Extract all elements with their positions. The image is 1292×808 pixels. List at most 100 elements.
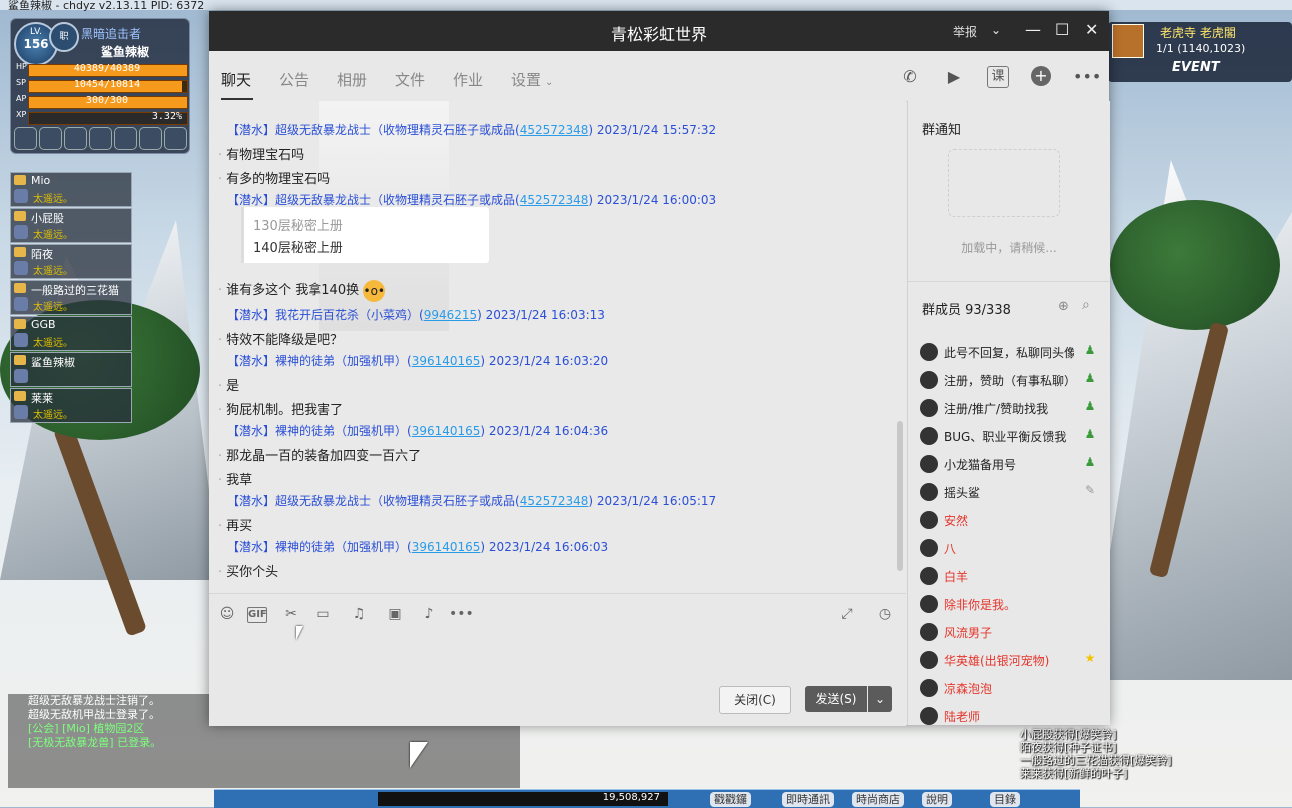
sender-qq-link[interactable]: 396140165 — [412, 354, 481, 368]
more-icon[interactable]: ••• — [449, 604, 474, 624]
sender-qq-link[interactable]: 396140165 — [412, 540, 481, 554]
sender-qq-link[interactable]: 9946215 — [424, 308, 477, 322]
star-icon[interactable] — [64, 127, 87, 150]
ap-label: AP — [16, 94, 27, 103]
music-icon[interactable]: ♫ — [349, 604, 369, 624]
party-member[interactable]: Mio 太遥远。 — [10, 172, 132, 207]
minimize-icon[interactable]: — — [1025, 20, 1041, 39]
report-button[interactable]: 举报 — [953, 23, 977, 40]
tab-files[interactable]: 文件 — [395, 69, 425, 90]
hp-label: HP — [16, 62, 27, 71]
member-item[interactable]: 八 — [920, 537, 1104, 559]
member-item[interactable]: 华英雄(出银河宠物) ★ — [920, 649, 1104, 671]
gif-icon[interactable]: GIF — [247, 607, 267, 623]
send-button[interactable]: 发送(S) — [805, 686, 867, 712]
heart-icon[interactable] — [114, 127, 137, 150]
party-member-name: 小屁股 — [31, 212, 64, 225]
sender-role: 【潜水】 — [227, 494, 276, 508]
sender-name[interactable]: 超级无敌暴龙战士（收物理精灵石胚子或成品( — [275, 123, 520, 137]
edit-icon[interactable]: ✎ — [1082, 483, 1098, 499]
member-item[interactable]: 安然 — [920, 509, 1104, 531]
sender-name[interactable]: 裸神的徒弟（加强机甲）( — [275, 354, 412, 368]
member-name: 八 — [944, 542, 957, 556]
taskbar-button[interactable]: 說明 — [922, 792, 952, 807]
scrollbar[interactable] — [897, 421, 903, 571]
sender-name[interactable]: 超级无敌暴龙战士（收物理精灵石胚子或成品( — [275, 193, 520, 207]
taskbar-button[interactable]: 目錄 — [990, 792, 1020, 807]
party-member[interactable]: 一般路过的三花猫 太遥远。 — [10, 280, 132, 315]
sender-name[interactable]: 超级无敌暴龙战士（收物理精灵石胚子或成品( — [275, 494, 520, 508]
player-title: 黑暗追击者 — [81, 27, 142, 41]
sender-qq-link[interactable]: 396140165 — [412, 424, 481, 438]
add-member-icon[interactable]: ⊕ — [1058, 299, 1069, 314]
image-line: 140层秘密上册 — [253, 241, 343, 256]
expand-icon[interactable]: ⤢ — [837, 604, 857, 624]
image-message[interactable]: 130层秘密上册 140层秘密上册 — [241, 207, 489, 263]
maximize-icon[interactable]: ☐ — [1055, 20, 1069, 39]
add-icon[interactable]: + — [1031, 66, 1051, 86]
sender-qq-link[interactable]: 452572348 — [520, 123, 589, 137]
member-item[interactable]: 注册，赞助（有事私聊） ♟ — [920, 369, 1104, 391]
taskbar-button[interactable]: 戳戳鑼 — [710, 792, 751, 807]
sender-name[interactable]: 我花开后百花杀（小菜鸡）( — [275, 308, 424, 322]
member-item[interactable]: 陆老师 — [920, 705, 1104, 727]
qq-group-chat-window: 青松彩虹世界 举报 ⌄ — ☐ ✕ 聊天 公告 相册 文件 作业 设置 ⌄ ✆ ▶… — [209, 11, 1110, 727]
mail-icon[interactable] — [14, 127, 37, 150]
empty-slot-icon[interactable] — [164, 127, 187, 150]
input-area[interactable]: ☺ GIF ✂ ▭ ♫ ▣ ♪ ••• ⤢ ◷ 关闭(C) 发送(S) ⌄ — [209, 593, 906, 726]
video-icon[interactable]: ▶ — [943, 66, 965, 88]
taskbar-button[interactable]: 時尚商店 — [852, 792, 904, 807]
star-icon: ★ — [1084, 651, 1096, 665]
target-icon[interactable] — [89, 127, 112, 150]
sender-qq-link[interactable]: 452572348 — [520, 193, 589, 207]
member-item[interactable]: 风流男子 — [920, 621, 1104, 643]
message-time: ) 2023/1/24 15:57:32 — [588, 123, 717, 137]
send-options-chevron-icon[interactable]: ⌄ — [868, 686, 892, 712]
tab-announcement[interactable]: 公告 — [279, 69, 309, 90]
sender-qq-link[interactable]: 452572348 — [520, 494, 589, 508]
tab-homework[interactable]: 作业 — [453, 69, 483, 90]
course-icon[interactable]: 课 — [987, 66, 1009, 88]
emoji-icon[interactable]: ☺ — [217, 604, 237, 624]
tab-chat[interactable]: 聊天 — [221, 69, 254, 100]
member-item[interactable]: 凉森泡泡 — [920, 677, 1104, 699]
party-member[interactable]: 莱莱 太遥远。 — [10, 388, 132, 423]
chevron-down-icon[interactable]: ⌄ — [991, 23, 1001, 37]
search-icon[interactable]: ⌕ — [1082, 297, 1090, 313]
phone-icon[interactable]: ✆ — [899, 66, 921, 88]
tab-settings[interactable]: 设置 ⌄ — [511, 69, 553, 90]
player-name: 鲨鱼辣椒 — [101, 45, 150, 59]
member-name: 注册/推广/赞助找我 — [944, 402, 1049, 416]
mute-icon[interactable]: ♪ — [419, 604, 439, 624]
taskbar-button[interactable]: 即時通訊 — [782, 792, 834, 807]
party-member[interactable]: 鲨鱼辣椒 — [10, 352, 132, 387]
avatar — [920, 567, 938, 585]
member-item[interactable]: 此号不回复，私聊同头像 ♟ — [920, 341, 1104, 363]
tab-album[interactable]: 相册 — [337, 69, 367, 90]
member-item[interactable]: 小龙猫备用号 ♟ — [920, 453, 1104, 475]
gift-icon[interactable] — [39, 127, 62, 150]
image-icon[interactable]: ▣ — [385, 604, 405, 624]
event-button[interactable]: EVENT — [1172, 60, 1220, 75]
party-member[interactable]: GGB 太遥远。 — [10, 316, 132, 351]
more-icon[interactable]: ••• — [1073, 66, 1101, 88]
history-icon[interactable]: ◷ — [875, 604, 895, 624]
hp-value: 40389/40389 — [73, 63, 141, 74]
member-item[interactable]: 注册/推广/赞助找我 ♟ — [920, 397, 1104, 419]
folder-icon[interactable]: ▭ — [313, 604, 333, 624]
member-item[interactable]: BUG、职业平衡反馈我 ♟ — [920, 425, 1104, 447]
sender-name[interactable]: 裸神的徒弟（加强机甲）( — [275, 424, 412, 438]
member-item[interactable]: 白羊 — [920, 565, 1104, 587]
avatar — [920, 511, 938, 529]
party-member[interactable]: 小屁股 太遥远。 — [10, 208, 132, 243]
message-list[interactable]: 【潜水】超级无敌暴龙战士（收物理精灵石胚子或成品(452572348) 2023… — [209, 101, 906, 593]
close-button[interactable]: 关闭(C) — [719, 686, 791, 714]
party-member[interactable]: 陌夜 太遥远。 — [10, 244, 132, 279]
sender-name[interactable]: 裸神的徒弟（加强机甲）( — [275, 540, 412, 554]
empty-slot-icon[interactable] — [139, 127, 162, 150]
close-icon[interactable]: ✕ — [1085, 20, 1098, 39]
member-item[interactable]: 摇头鲨 ✎ — [920, 481, 1104, 503]
member-item[interactable]: 除非你是我。 — [920, 593, 1104, 615]
member-name: 注册，赞助（有事私聊） — [944, 374, 1074, 388]
scissors-icon[interactable]: ✂ — [281, 604, 301, 624]
